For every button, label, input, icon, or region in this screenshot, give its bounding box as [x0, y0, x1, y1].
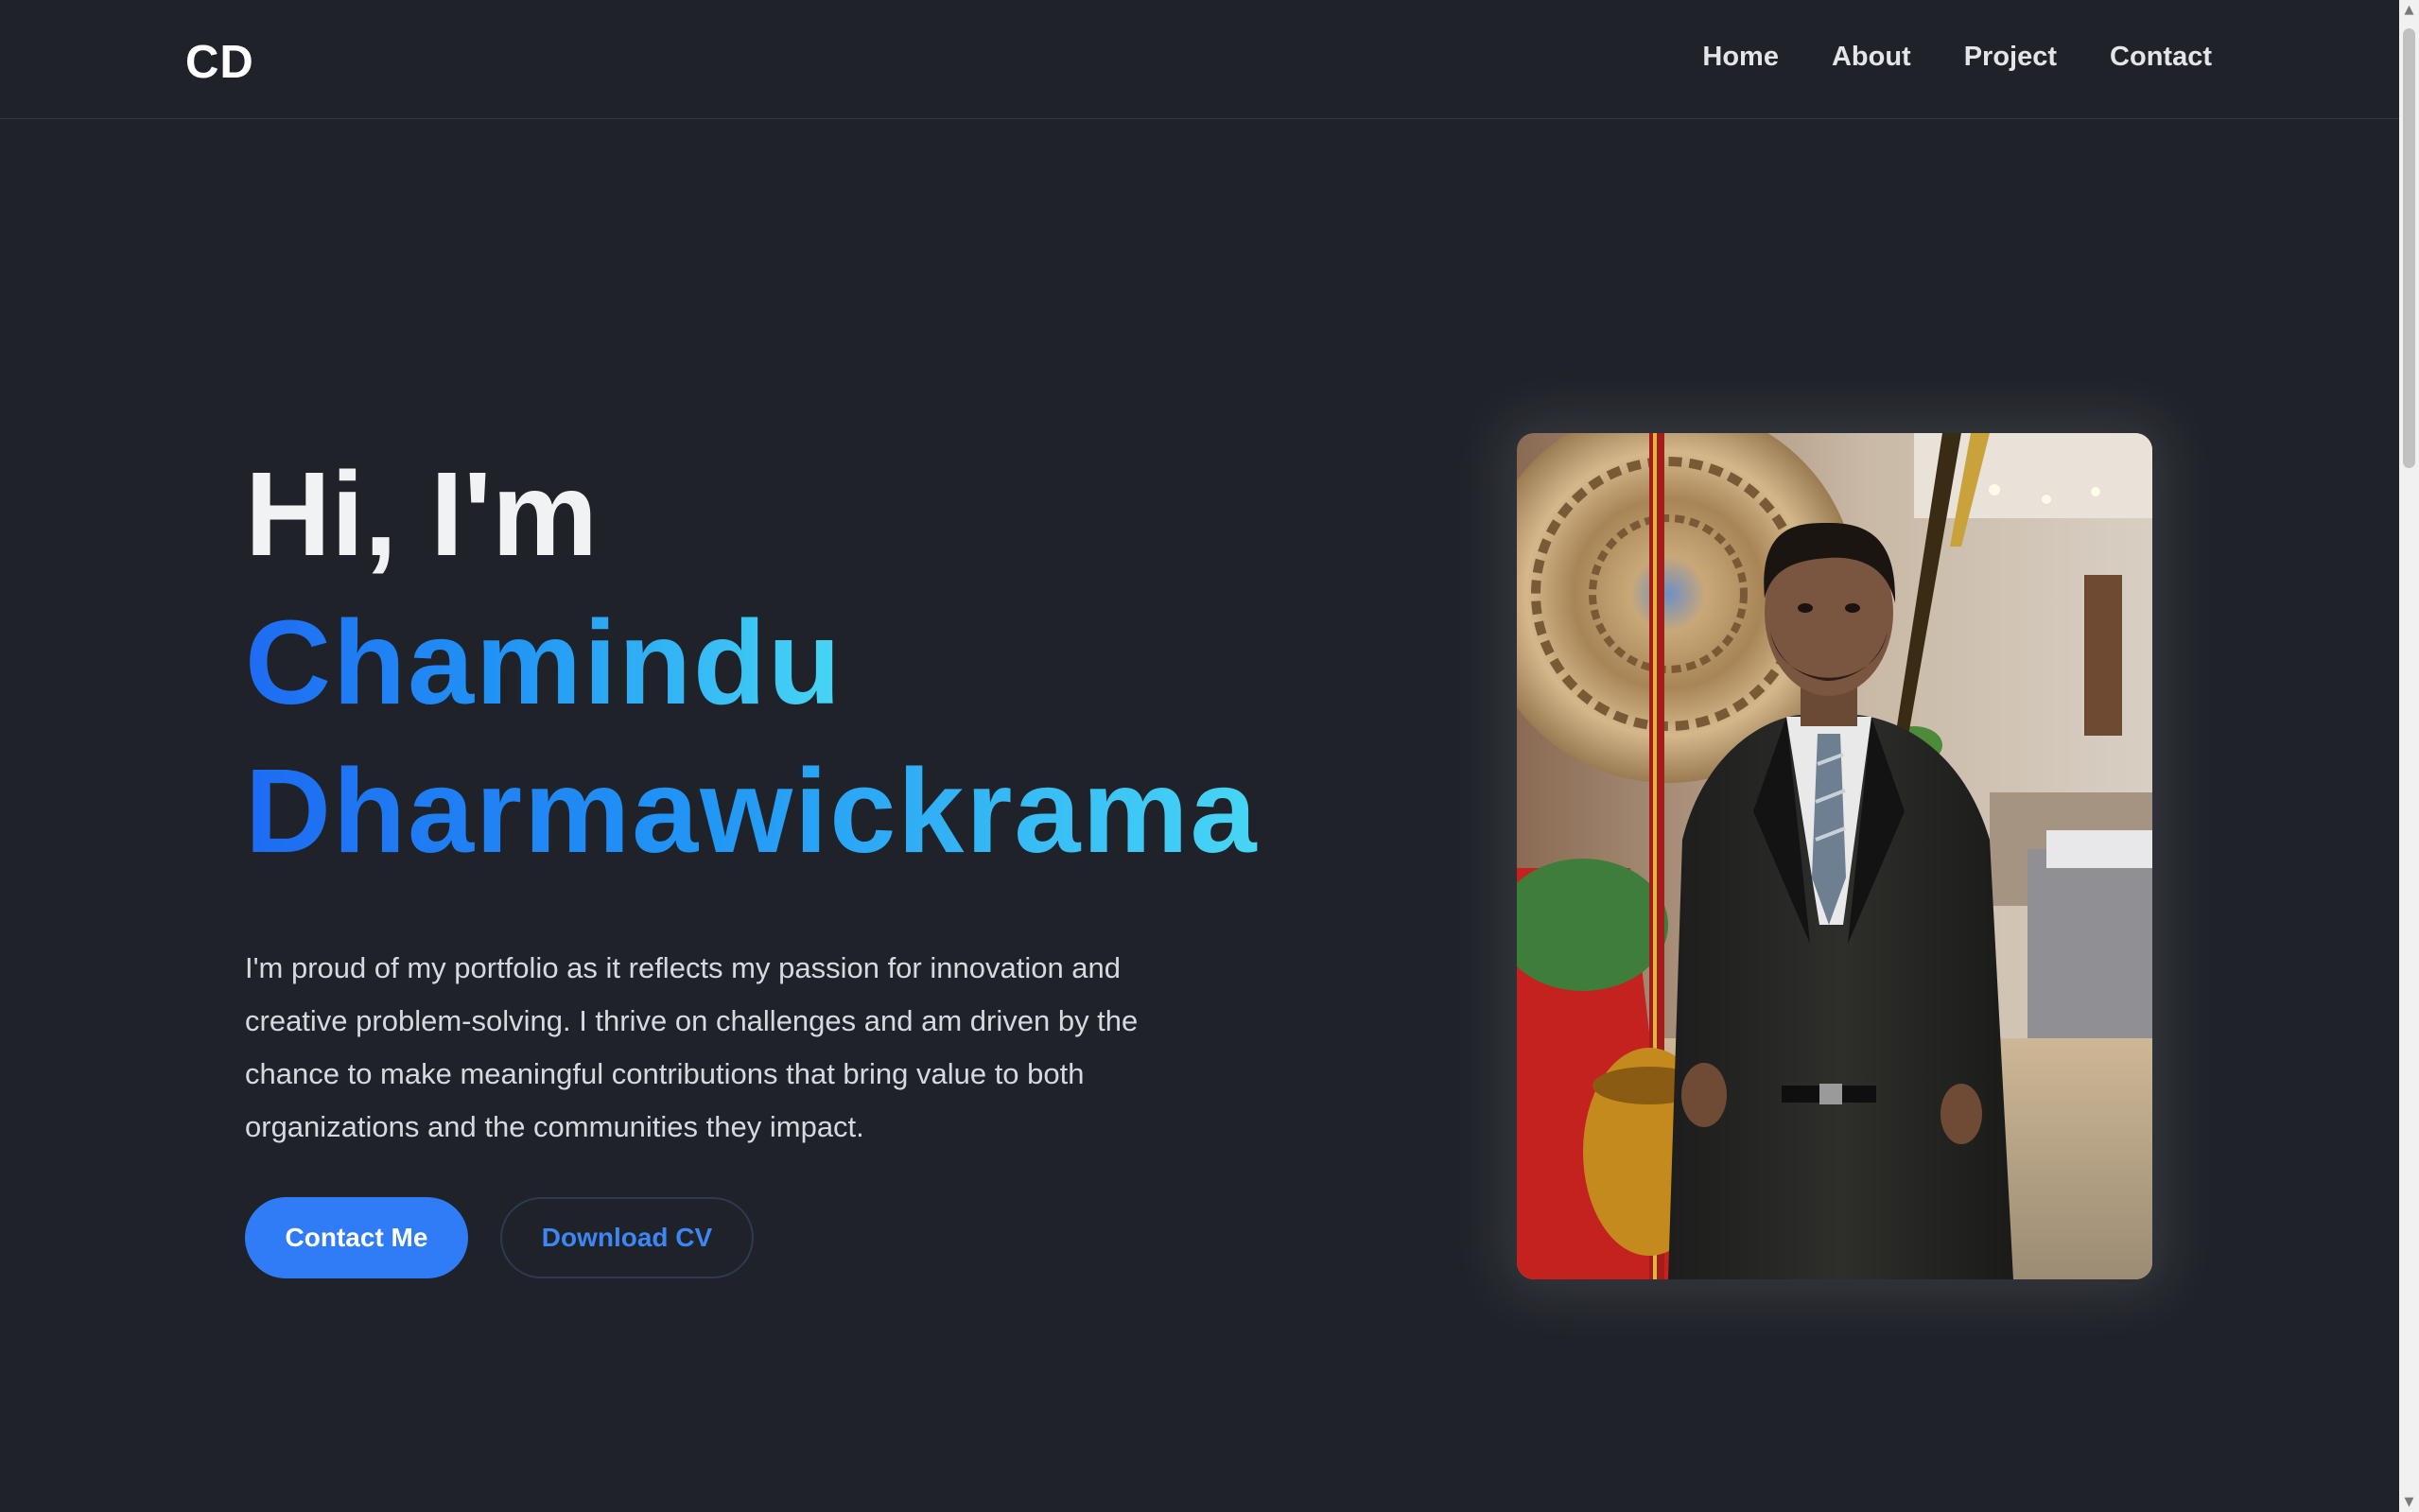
nav-project[interactable]: Project	[1964, 42, 2057, 73]
vertical-scrollbar[interactable]: ▲ ▼	[2399, 0, 2419, 1512]
nav-about[interactable]: About	[1832, 42, 1911, 73]
triangle-down-icon[interactable]: ▼	[2399, 1492, 2419, 1512]
site-header: CD Home About Project Contact	[0, 0, 2399, 119]
contact-me-button[interactable]: Contact Me	[245, 1197, 468, 1278]
hero-intro: I'm proud of my portfolio as it reflects…	[245, 951, 1139, 1143]
triangle-up-icon[interactable]: ▲	[2399, 0, 2419, 20]
main-nav: Home About Project Contact	[1702, 42, 2212, 73]
hero-name-last: Dharmawickrama	[245, 737, 1259, 885]
hero-name: Chamindu Dharmawickrama	[245, 588, 1285, 885]
hero-buttons: Contact Me Download CV	[245, 1197, 754, 1278]
nav-home[interactable]: Home	[1702, 42, 1779, 73]
hero-name-first: Chamindu	[245, 588, 843, 737]
site-logo[interactable]: CD	[185, 36, 254, 89]
scrollbar-thumb[interactable]	[2403, 28, 2415, 468]
page: CD Home About Project Contact Hi, I'm Ch…	[0, 0, 2419, 1512]
download-cv-button[interactable]: Download CV	[500, 1197, 754, 1278]
hero-greeting: Hi, I'm	[245, 447, 599, 581]
hero-section: Hi, I'm Chamindu Dharmawickrama I'm prou…	[245, 440, 1285, 1183]
nav-contact[interactable]: Contact	[2110, 42, 2212, 73]
profile-photo	[1517, 433, 2152, 1279]
